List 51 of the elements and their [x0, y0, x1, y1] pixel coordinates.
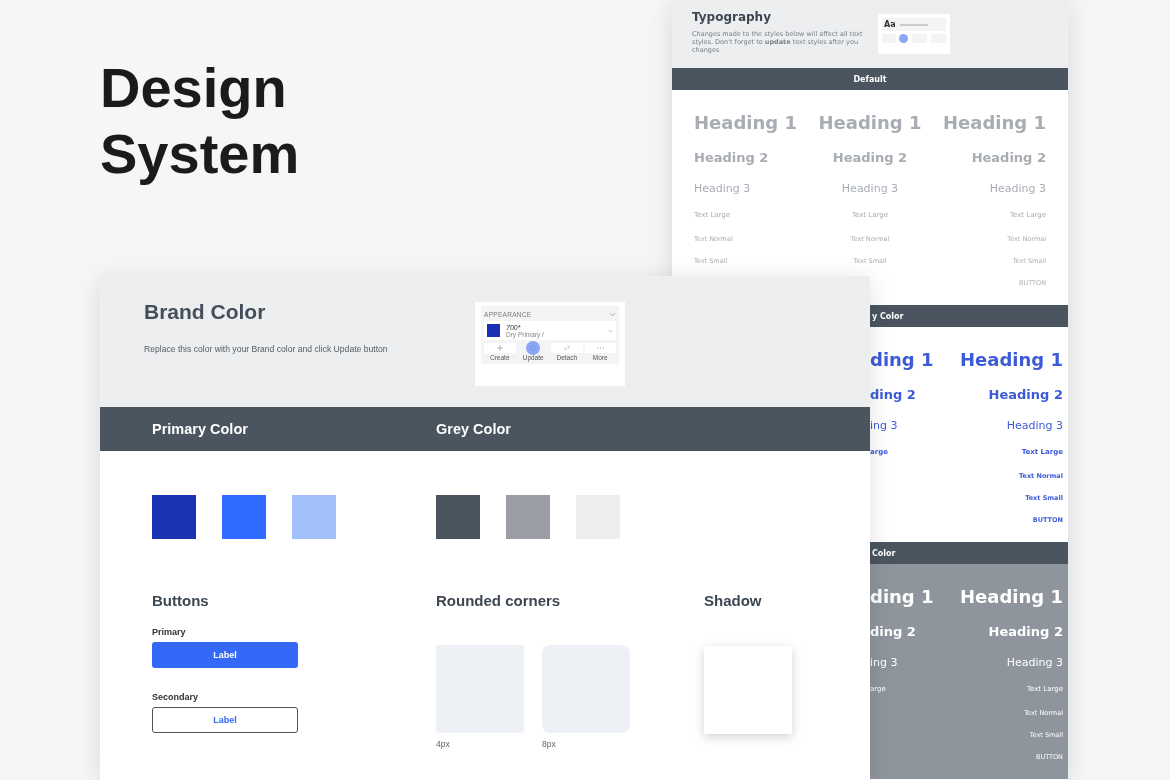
text-style-sample: Heading 1 — [694, 111, 797, 133]
action-button[interactable] — [526, 341, 541, 355]
text-style-sample: ing 3 — [870, 655, 898, 669]
text-style-sample: ding 1 — [870, 348, 934, 370]
shadow-title: Shadow — [704, 592, 763, 609]
link-icon — [563, 345, 570, 351]
buttons-title: Buttons — [152, 592, 210, 609]
color-swatch — [487, 324, 500, 337]
thumbnail-label: Aa — [884, 20, 896, 29]
action-button[interactable] — [551, 343, 583, 353]
plus-icon — [496, 345, 503, 351]
button-caption: Primary — [152, 627, 187, 637]
text-style-sample: ding 1 — [870, 585, 934, 607]
button-caption: Secondary — [152, 692, 200, 702]
typography-title: Typography — [692, 10, 772, 24]
text-style-sample: Heading 2 — [971, 149, 1046, 165]
brand-title: Brand Color — [144, 300, 267, 324]
text-style-sample: Heading 1 — [960, 348, 1063, 370]
text-style-sample: Heading 1 — [818, 111, 922, 133]
secondary-button[interactable]: Label — [152, 707, 298, 733]
radius-label: 8px — [542, 739, 557, 749]
palette-title: Grey Color — [436, 421, 512, 437]
text-style-sample: Heading 3 — [1006, 655, 1063, 669]
section-title: Color — [872, 548, 896, 558]
brand-description: Replace this color with your Brand color and click Update button — [144, 344, 389, 354]
text-style-sample: Heading 2 — [988, 623, 1063, 639]
text-style-sample: ding 2 — [870, 386, 916, 402]
section-title: Default — [853, 74, 887, 84]
button-row-drawing — [882, 34, 946, 43]
text-style-sample: Heading 2 — [988, 386, 1063, 402]
radius-label: 4px — [436, 739, 451, 749]
action-button[interactable] — [584, 343, 616, 353]
rounded-corners-title: Rounded corners — [436, 592, 562, 609]
section-title: y Color — [872, 311, 904, 321]
text-style-sample: ing 3 — [870, 418, 898, 432]
text-style-sample: Heading 3 — [1006, 418, 1063, 432]
chevron-icon[interactable] — [609, 311, 616, 317]
primary-button[interactable]: Label — [152, 642, 298, 668]
text-style-sample: Heading 1 — [943, 111, 1046, 133]
text-style-sample: Heading 2 — [832, 149, 908, 165]
text-style-sample: Heading 3 — [841, 181, 899, 195]
text-style-sample: Heading 2 — [694, 149, 769, 165]
palette-title: Primary Color — [152, 421, 249, 437]
text-style-sample: Heading 3 — [989, 181, 1046, 195]
page-title: Design System — [100, 55, 301, 187]
text-style-sample: Heading 3 — [694, 181, 751, 195]
text-style-sample: ding 2 — [870, 623, 916, 639]
circle-icon — [530, 345, 537, 351]
action-button[interactable] — [484, 343, 516, 353]
text-style-sample: Heading 1 — [960, 585, 1063, 607]
chevron-icon[interactable] — [608, 328, 613, 333]
